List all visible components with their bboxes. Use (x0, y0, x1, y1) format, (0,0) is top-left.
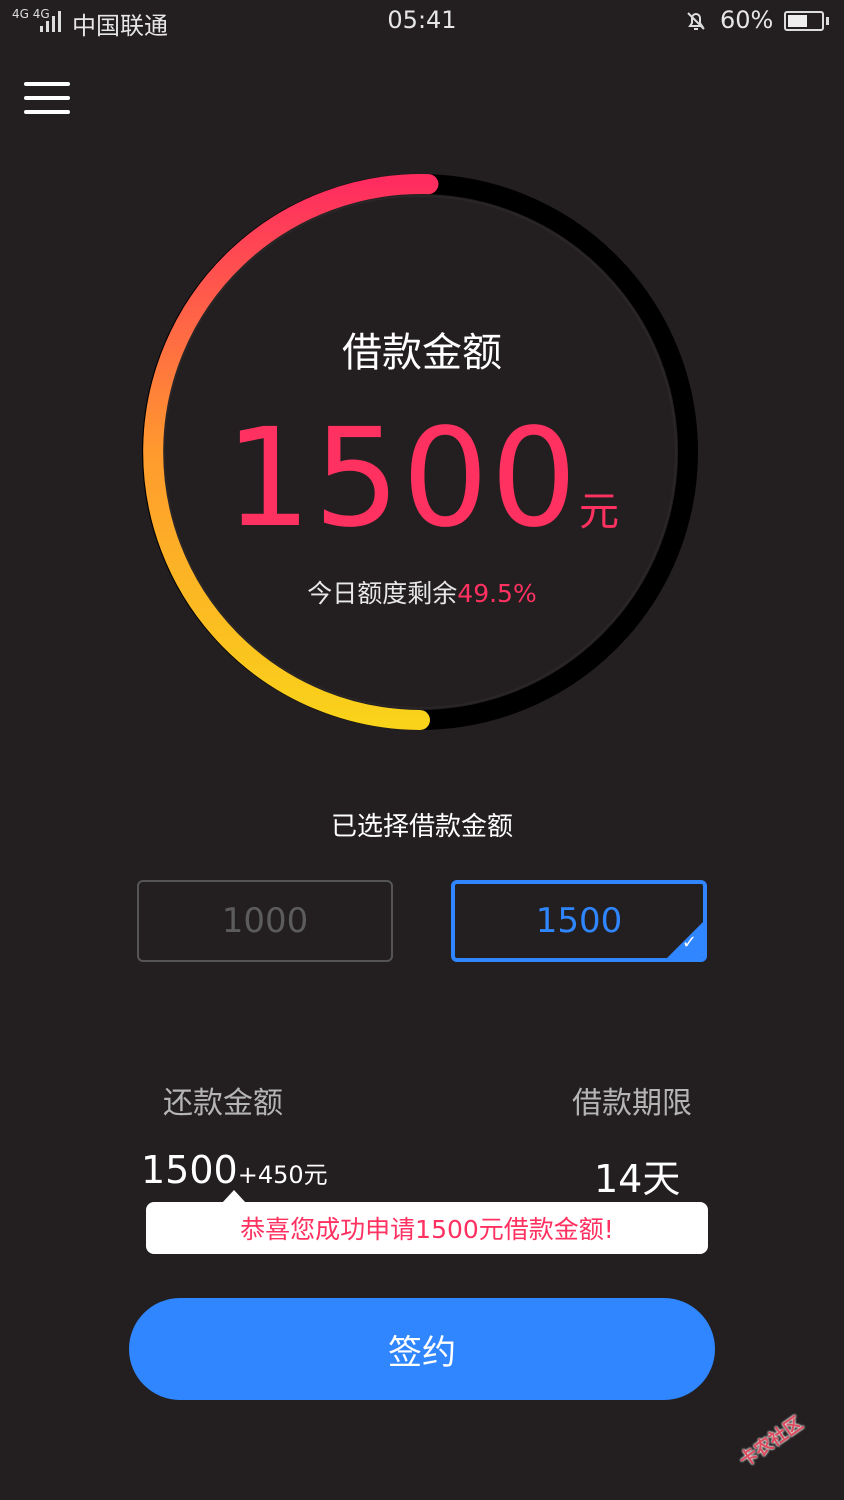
loan-amount-unit: 元 (579, 489, 620, 535)
remaining-quota: 今日额度剩余49.5% (0, 574, 844, 610)
repay-amount-label: 还款金额 (163, 1086, 283, 1121)
repay-principal: 1500 (141, 1148, 238, 1192)
sign-button[interactable]: 签约 (129, 1298, 715, 1400)
check-icon: ✓ (681, 932, 697, 953)
amount-option-1000[interactable]: 1000 (137, 880, 393, 962)
battery-level (788, 15, 807, 27)
remaining-percent: 49.5% (457, 579, 537, 608)
hamburger-menu-icon[interactable] (24, 82, 70, 118)
loan-term-value: 14天 (594, 1157, 681, 1201)
loan-term-label: 借款期限 (572, 1086, 692, 1121)
selected-amount-title: 已选择借款金额 (330, 812, 513, 842)
battery-tip (826, 17, 829, 25)
battery-icon (784, 11, 824, 31)
repay-amount-value: 1500+450元 (141, 1148, 328, 1192)
toast-message: 恭喜您成功申请1500元借款金额! (240, 1215, 614, 1244)
battery-percent: 60% (720, 6, 774, 34)
amount-option-1500[interactable]: 1500 ✓ (451, 880, 707, 962)
repay-extra: +450元 (237, 1161, 328, 1189)
remaining-label: 今日额度剩余 (307, 579, 458, 608)
status-bar: 4G 4G 中国联通 05:41 60% (0, 0, 844, 46)
loan-amount-value: 1500 (224, 400, 580, 558)
loan-amount-display: 1500元 (0, 400, 844, 558)
bell-muted-icon (684, 9, 708, 39)
amount-option-label: 1500 (535, 901, 623, 941)
gauge-title: 借款金额 (342, 330, 502, 376)
watermark-text: 卡农社区 (735, 1412, 807, 1472)
sign-button-label: 签约 (388, 1332, 456, 1373)
clock: 05:41 (387, 6, 457, 34)
amount-option-label: 1000 (221, 901, 309, 941)
watermark-logo: 卡农社区 (733, 1396, 844, 1500)
success-toast: 恭喜您成功申请1500元借款金额! (146, 1202, 708, 1254)
